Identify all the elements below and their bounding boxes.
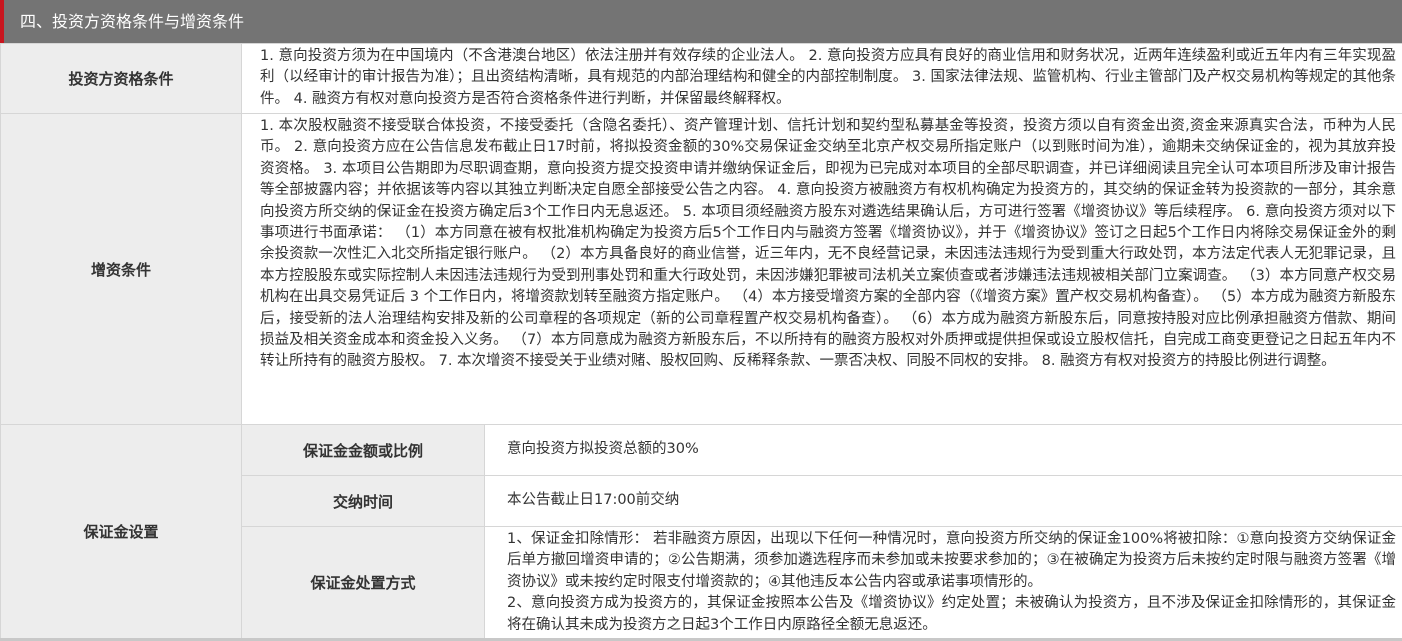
qualification-row: 投资方资格条件 1. 意向投资方须为在中国境内（不含港澳台地区）依法注册并有效存… [0,43,1402,114]
qualification-label: 投资方资格条件 [0,43,242,114]
capital-increase-text: 1. 本次股权融资不接受联合体投资，不接受委托（含隐名委托）、资产管理计划、信托… [241,113,1402,425]
deposit-disposal-value: 1、保证金扣除情形： 若非融资方原因，出现以下任何一种情况时，意向投资方所交纳的… [484,526,1402,639]
capital-increase-row: 增资条件 1. 本次股权融资不接受联合体投资，不接受委托（含隐名委托）、资产管理… [0,113,1402,425]
section-title: 四、投资方资格条件与增资条件 [0,0,1402,43]
deposit-disposal-label: 保证金处置方式 [241,526,485,639]
deposit-disposal-paragraph-2: 2、意向投资方成为投资方的，其保证金按照本公告及《增资协议》约定处置；未被确认为… [507,595,1396,633]
deposit-disposal-paragraph-1: 1、保证金扣除情形： 若非融资方原因，出现以下任何一种情况时，意向投资方所交纳的… [507,531,1396,590]
conditions-table: 投资方资格条件 1. 意向投资方须为在中国境内（不含港澳台地区）依法注册并有效存… [0,43,1402,639]
deposit-amount-value: 意向投资方拟投资总额的30% [484,424,1402,476]
deposit-label: 保证金设置 [0,424,242,639]
deposit-amount-label: 保证金金额或比例 [241,424,485,476]
qualification-text: 1. 意向投资方须为在中国境内（不含港澳台地区）依法注册并有效存续的企业法人。 … [241,43,1402,114]
deposit-time-value: 本公告截止日17:00前交纳 [484,475,1402,527]
deposit-time-label: 交纳时间 [241,475,485,527]
deposit-amount-row: 保证金设置 保证金金额或比例 意向投资方拟投资总额的30% [0,424,1402,639]
capital-increase-label: 增资条件 [0,113,242,425]
